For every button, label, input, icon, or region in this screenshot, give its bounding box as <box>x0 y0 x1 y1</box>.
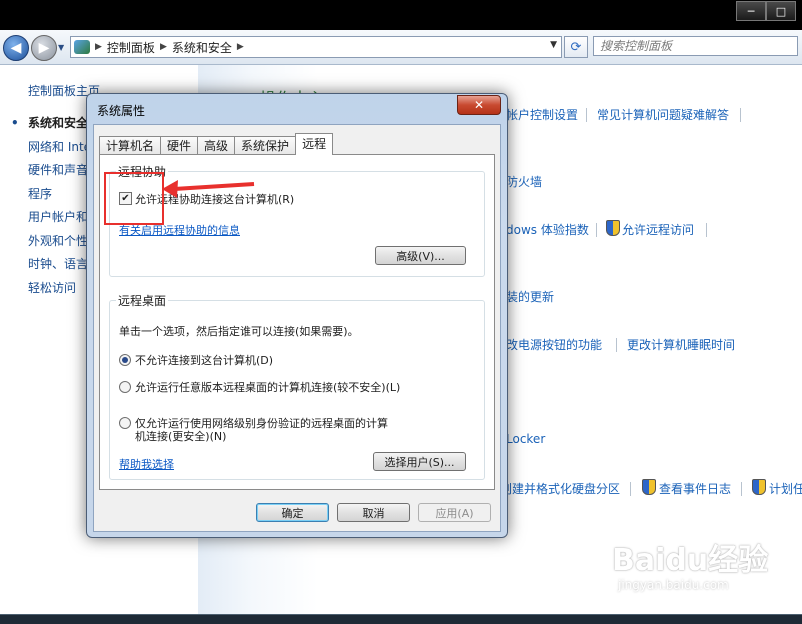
link-separator <box>596 223 597 237</box>
annotation-highlight-box <box>104 172 164 225</box>
tab-system-protection[interactable]: 系统保护 <box>234 136 297 155</box>
disallow-connections-label[interactable]: 不允许连接到这台计算机(D) <box>135 352 273 368</box>
tab-computer-name[interactable]: 计算机名 <box>99 136 162 155</box>
close-icon: ✕ <box>473 98 485 112</box>
system-properties-dialog: 系统属性 ✕ 计算机名 硬件 高级 系统保护 远程 远程协助 ✔ 允许远程协助连… <box>86 93 508 538</box>
nav-item-programs[interactable]: 程序 <box>28 183 91 207</box>
link-separator <box>616 338 617 352</box>
nav-item-network[interactable]: 网络和 Inte <box>28 136 91 160</box>
baidu-watermark: Baidu经验 jingyan.baidu.com <box>612 535 772 605</box>
refresh-icon: ⟳ <box>570 39 582 55</box>
cancel-button[interactable]: 取消 <box>337 503 410 522</box>
search-input[interactable] <box>593 36 798 56</box>
link-separator <box>706 223 707 237</box>
firewall-link[interactable]: 防火墙 <box>506 173 542 190</box>
ok-button[interactable]: 确定 <box>256 503 329 522</box>
nav-item-system-security[interactable]: 系统和安全 <box>11 112 91 136</box>
watermark-logo-text: Baidu经验 <box>612 543 769 578</box>
radio-disallow-connections[interactable] <box>119 354 131 366</box>
remote-desktop-label: 远程桌面 <box>116 292 169 309</box>
partition-disk-link[interactable]: 创建并格式化硬盘分区 <box>500 480 620 497</box>
category-list: 系统和安全 网络和 Inte 硬件和声音 程序 用户帐户和 外观和个性 时钟、语… <box>11 112 91 301</box>
watermark-url: jingyan.baidu.com <box>618 578 729 592</box>
window-controls: ─ □ <box>736 1 796 21</box>
back-button[interactable]: ◀ <box>3 35 29 61</box>
uac-shield-icon <box>606 220 620 236</box>
apply-button[interactable]: 应用(A) <box>418 503 491 522</box>
sleep-time-link[interactable]: 更改计算机睡眠时间 <box>627 336 735 353</box>
dialog-close-button[interactable]: ✕ <box>457 95 501 115</box>
tab-remote[interactable]: 远程 <box>295 133 334 155</box>
nav-item-hardware-sound[interactable]: 硬件和声音 <box>28 159 91 183</box>
breadcrumb-separator-icon[interactable]: ▶ <box>237 42 244 52</box>
breadcrumb-system-security[interactable]: 系统和安全 <box>172 39 232 56</box>
uac-settings-link[interactable]: 帐户控制设置 <box>506 106 578 123</box>
allow-remote-access-link[interactable]: 允许远程访问 <box>622 221 694 238</box>
allow-nla-only-label-line2[interactable]: 机连接(更安全)(N) <box>135 428 226 444</box>
breadcrumb-separator-icon[interactable]: ▶ <box>95 42 102 52</box>
link-separator <box>740 108 741 122</box>
power-buttons-link[interactable]: 改电源按钮的功能 <box>506 336 602 353</box>
select-users-button[interactable]: 选择用户(S)... <box>373 452 466 471</box>
forward-button[interactable]: ▶ <box>31 35 57 61</box>
tab-strip: 计算机名 硬件 高级 系统保护 远程 <box>99 133 334 155</box>
breadcrumb-control-panel[interactable]: 控制面板 <box>107 39 155 56</box>
nav-item-clock-language[interactable]: 时钟、语言 <box>28 253 91 277</box>
minimize-button[interactable]: ─ <box>736 1 766 21</box>
window-titlebar: ─ □ <box>0 0 802 30</box>
nav-item-appearance[interactable]: 外观和个性 <box>28 230 91 254</box>
uac-shield-icon <box>642 479 656 495</box>
dialog-title: 系统属性 <box>97 104 146 118</box>
experience-index-link[interactable]: dows 体验指数 <box>506 221 589 238</box>
link-separator <box>630 482 631 496</box>
link-separator <box>586 108 587 122</box>
scheduled-tasks-link[interactable]: 计划任 <box>769 480 802 497</box>
breadcrumb-separator-icon[interactable]: ▶ <box>160 42 167 52</box>
address-bar[interactable]: ▶ 控制面板 ▶ 系统和安全 ▶ ▼ <box>70 36 562 58</box>
bitlocker-link[interactable]: Locker <box>506 432 545 446</box>
advanced-button[interactable]: 高级(V)... <box>375 246 466 265</box>
installed-updates-link[interactable]: 装的更新 <box>506 288 554 305</box>
remote-desktop-instruction: 单击一个选项，然后指定谁可以连接(如果需要)。 <box>119 325 359 338</box>
allow-any-version-label[interactable]: 允许运行任意版本远程桌面的计算机连接(较不安全)(L) <box>135 379 400 395</box>
control-panel-icon <box>74 40 90 54</box>
remote-desktop-group: 远程桌面 单击一个选项，然后指定谁可以连接(如果需要)。 不允许连接到这台计算机… <box>109 292 485 480</box>
troubleshoot-link[interactable]: 常见计算机问题疑难解答 <box>597 106 729 123</box>
arrow-left-icon: ◀ <box>10 40 22 56</box>
event-log-link[interactable]: 查看事件日志 <box>659 480 731 497</box>
address-toolbar: ◀ ▶ ▼ ▶ 控制面板 ▶ 系统和安全 ▶ ▼ ⟳ <box>0 30 802 65</box>
address-dropdown-icon[interactable]: ▼ <box>550 40 557 50</box>
maximize-button[interactable]: □ <box>766 1 796 21</box>
tab-hardware[interactable]: 硬件 <box>160 136 199 155</box>
nav-item-user-accounts[interactable]: 用户帐户和 <box>28 206 91 230</box>
radio-allow-any-version[interactable] <box>119 381 131 393</box>
link-separator <box>741 482 742 496</box>
arrow-right-icon: ▶ <box>38 40 50 56</box>
help-me-choose-link[interactable]: 帮助我选择 <box>119 456 174 472</box>
tab-advanced[interactable]: 高级 <box>197 136 236 155</box>
annotation-arrow-icon <box>162 180 255 198</box>
radio-allow-nla-only[interactable] <box>119 417 131 429</box>
nav-item-ease-of-access[interactable]: 轻松访问 <box>28 277 91 301</box>
uac-shield-icon <box>752 479 766 495</box>
recent-pages-dropdown[interactable]: ▼ <box>58 43 64 52</box>
refresh-button[interactable]: ⟳ <box>564 36 588 58</box>
